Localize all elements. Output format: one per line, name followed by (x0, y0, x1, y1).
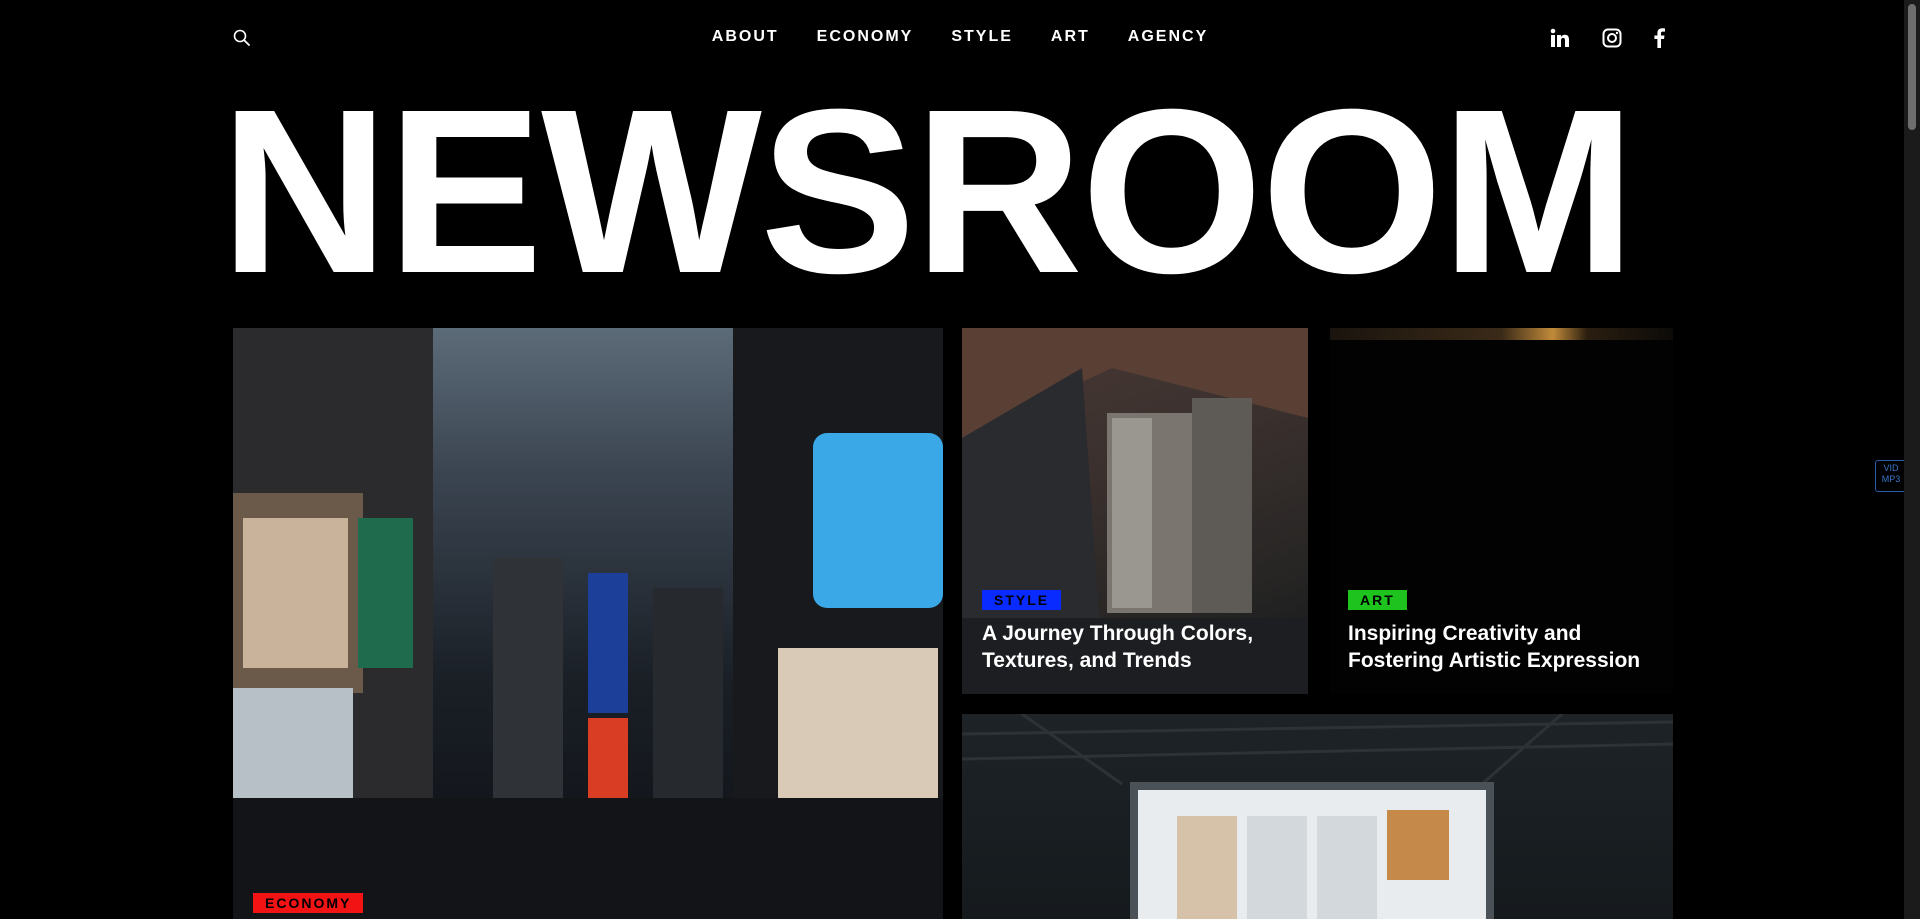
times-square-photo (233, 328, 943, 919)
nav-style[interactable]: STYLE (951, 27, 1013, 47)
presentation-screen-photo (962, 714, 1673, 919)
instagram-icon[interactable] (1602, 28, 1622, 50)
nav-art[interactable]: ART (1051, 27, 1090, 47)
nav-about[interactable]: ABOUT (712, 27, 779, 47)
style-tag[interactable]: STYLE (982, 590, 1062, 610)
page-scrollbar[interactable] (1904, 0, 1920, 919)
economy-tag[interactable]: ECONOMY (253, 893, 364, 913)
art-article-title[interactable]: Inspiring Creativity and Fostering Artis… (1348, 620, 1668, 674)
economy-feature-card[interactable]: ECONOMY (233, 328, 943, 919)
nav-agency[interactable]: AGENCY (1128, 27, 1208, 47)
main-nav: ABOUT ECONOMY STYLE ART AGENCY (0, 27, 1920, 47)
facebook-icon[interactable] (1652, 28, 1666, 50)
scrollbar-thumb[interactable] (1908, 4, 1916, 130)
art-image-strip (1330, 328, 1673, 340)
linkedin-icon[interactable] (1550, 28, 1570, 50)
site-masthead: NEWSROOM (220, 86, 1636, 296)
media-download-widget[interactable]: VID MP3 (1875, 460, 1907, 492)
event-article-card[interactable] (962, 714, 1673, 919)
style-article-card[interactable]: STYLE A Journey Through Colors, Textures… (962, 328, 1308, 694)
side-widget-line2: MP3 (1881, 474, 1901, 484)
nav-economy[interactable]: ECONOMY (817, 27, 914, 47)
site-header: ABOUT ECONOMY STYLE ART AGENCY (0, 0, 1920, 76)
side-widget-line1: VID (1883, 463, 1899, 473)
style-article-title[interactable]: A Journey Through Colors, Textures, and … (982, 620, 1292, 674)
art-article-card[interactable]: ART Inspiring Creativity and Fostering A… (1330, 328, 1673, 694)
art-tag[interactable]: ART (1348, 590, 1407, 610)
